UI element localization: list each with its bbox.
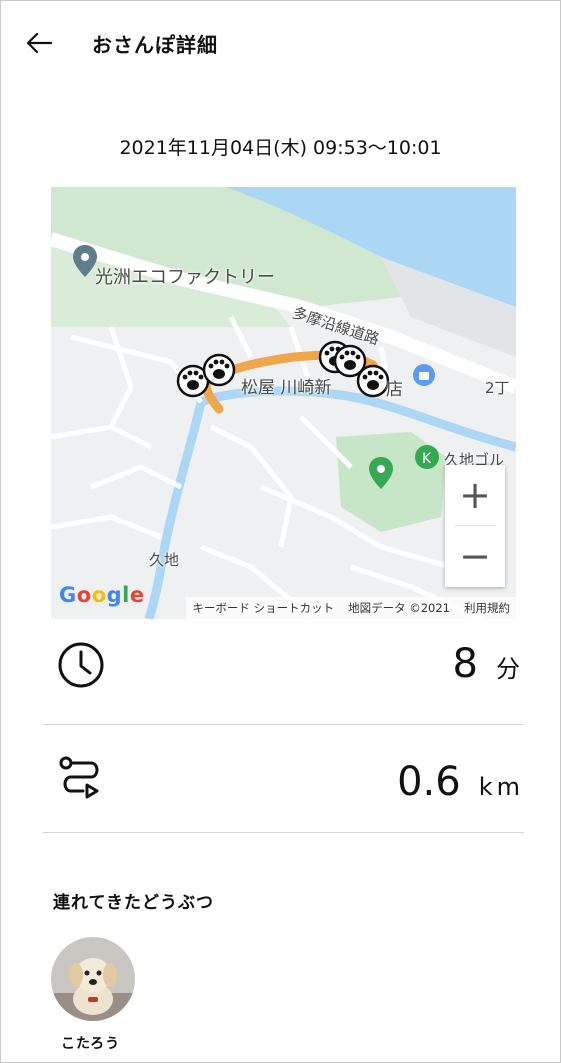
distance-row: 0.6 km [43, 741, 524, 833]
walk-map[interactable]: K 光洲エコファクトリー 多摩沿線道路 松屋 川崎新 店 2丁 久地ゴル 久地 … [51, 187, 516, 619]
app-screen: おさんぽ詳細 2021年11月04日(木) 09:53〜10:01 K 光洲エコ… [0, 0, 561, 1063]
route-icon [59, 756, 99, 799]
duration-value-wrap: 8分 [453, 641, 524, 687]
map-label-store-suffix: 店 [386, 380, 403, 400]
duration-unit: 分 [496, 655, 524, 683]
map-attribution: キーボード ショートカット 地図データ ©2021 利用規約 [186, 597, 516, 619]
map-label-store: 松屋 川崎新 [241, 378, 332, 398]
shopping-pin-icon [413, 364, 435, 386]
map-data-text: 地図データ ©2021 [348, 601, 450, 615]
clock-icon [58, 642, 104, 688]
pet-name: こたろう [61, 1036, 121, 1052]
map-label-factory: 光洲エコファクトリー [95, 267, 275, 288]
terms-link[interactable]: 利用規約 [464, 600, 510, 616]
header: おさんぽ詳細 [1, 1, 560, 85]
distance-unit: km [478, 773, 524, 801]
zoom-out-button[interactable]: − [445, 526, 505, 586]
keyboard-shortcuts-link[interactable]: キーボード ショートカット [192, 600, 334, 616]
duration-value: 8 [452, 641, 478, 687]
arrow-left-icon [26, 32, 52, 54]
google-logo: Google [59, 583, 145, 607]
zoom-in-button[interactable]: + [445, 465, 505, 525]
distance-value-wrap: 0.6 km [397, 759, 524, 805]
golf-pin-icon: K [415, 445, 439, 469]
paw-marker-icon [356, 364, 390, 398]
divider [43, 832, 524, 833]
paw-marker-icon [202, 353, 236, 387]
map-label-district: 久地 [149, 551, 180, 569]
zoom-controls: + − [445, 465, 505, 587]
pet-avatar[interactable] [51, 937, 135, 1021]
page-title: おさんぽ詳細 [92, 33, 218, 57]
puppy-photo [51, 937, 135, 1021]
walk-datetime: 2021年11月04日(木) 09:53〜10:01 [119, 137, 442, 159]
distance-value: 0.6 [397, 759, 461, 805]
pets-section-title: 連れてきたどうぶつ [53, 893, 214, 913]
svg-text:K: K [422, 451, 432, 467]
divider [43, 724, 524, 725]
duration-row: 8分 [43, 631, 524, 723]
map-label-block: 2丁 [485, 379, 510, 397]
back-button[interactable] [19, 23, 59, 63]
